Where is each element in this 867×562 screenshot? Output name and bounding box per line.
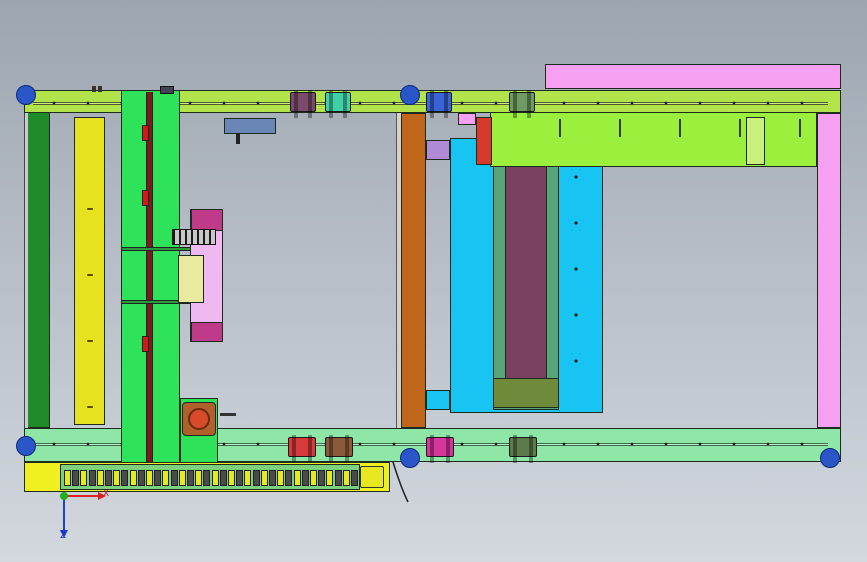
chain-link	[277, 470, 285, 486]
chain-link	[121, 470, 129, 486]
chain-link	[285, 470, 293, 486]
chain-link	[88, 470, 96, 486]
frame-foot-icon	[820, 448, 840, 468]
chain-link	[178, 470, 186, 486]
cable-connector-icon	[220, 413, 236, 416]
chain-link	[96, 470, 104, 486]
slider-block-bottom-2[interactable]	[325, 435, 353, 463]
chain-link	[162, 470, 170, 486]
chain-link	[252, 470, 260, 486]
chain-link	[351, 470, 358, 486]
cable-chain-end	[360, 466, 384, 488]
chain-link	[301, 470, 309, 486]
pink-top-plate	[545, 64, 841, 89]
slider-block-bottom-1[interactable]	[288, 435, 316, 463]
chain-link	[211, 470, 219, 486]
chain-link	[80, 470, 88, 486]
chain-link	[260, 470, 268, 486]
chain-link	[72, 470, 80, 486]
plum-belt	[505, 160, 547, 392]
cable-icon	[392, 461, 409, 503]
belt-end-block	[493, 378, 559, 408]
chain-link	[203, 470, 211, 486]
gripper-clamps	[172, 229, 216, 245]
triad-x-label: X	[103, 489, 110, 499]
lavender-bracket	[426, 140, 450, 160]
lime-upper-frame	[490, 112, 817, 167]
chain-link	[310, 470, 317, 486]
carriage-cross-rod	[121, 247, 192, 251]
yellow-guide-bar	[74, 117, 105, 425]
chain-link	[129, 470, 137, 486]
chain-link	[342, 470, 350, 486]
left-frame-beam	[27, 112, 50, 428]
frame-foot-icon	[16, 85, 36, 105]
chain-link	[228, 470, 235, 486]
motor-icon	[188, 408, 210, 430]
slider-block-top-3[interactable]	[426, 90, 452, 118]
bolt-icon	[98, 86, 102, 92]
chain-link	[326, 470, 334, 486]
red-bracket	[476, 117, 492, 165]
left-frame-beam-edge	[24, 112, 28, 428]
chain-link	[219, 470, 227, 486]
orange-frame-post	[401, 113, 426, 428]
frame-foot-icon	[400, 85, 420, 105]
gripper-cylinder[interactable]	[178, 255, 204, 303]
chain-link	[293, 470, 301, 486]
chain-link	[334, 470, 342, 486]
slider-block-bottom-4[interactable]	[509, 435, 537, 463]
sensor-icon	[236, 134, 240, 144]
chain-link	[269, 470, 276, 486]
slider-block-top-2[interactable]	[325, 90, 351, 118]
bolt-icon	[160, 86, 174, 94]
chain-link	[236, 470, 244, 486]
slider-block-top-4[interactable]	[509, 90, 535, 118]
triad-z-label: Z	[60, 531, 67, 541]
chain-link	[105, 470, 112, 486]
chain-link	[154, 470, 162, 486]
chain-link	[170, 470, 178, 486]
carriage-rail-strip	[146, 92, 153, 464]
carriage-red-block	[142, 336, 149, 352]
cyan-bracket-bottom	[426, 390, 450, 410]
carriage-red-block	[142, 125, 149, 141]
carriage-red-block	[142, 190, 149, 206]
chain-link	[64, 470, 71, 486]
chain-link	[113, 470, 121, 486]
bolt-icon	[92, 86, 96, 92]
slider-block-top-1[interactable]	[290, 90, 316, 118]
chain-link	[137, 470, 145, 486]
gripper-bottom-block	[191, 322, 223, 342]
frame-foot-icon	[16, 436, 36, 456]
chain-link	[195, 470, 203, 486]
pink-small-tab	[458, 113, 476, 125]
chain-link	[318, 470, 326, 486]
chain-link	[146, 470, 153, 486]
servo-motor-housing[interactable]	[182, 402, 216, 436]
pink-right-post	[817, 113, 841, 428]
sensor-bracket	[224, 118, 276, 134]
orange-post-edge	[396, 113, 401, 428]
chain-link	[244, 470, 252, 486]
slider-block-bottom-3[interactable]	[426, 435, 454, 463]
chain-link	[187, 470, 194, 486]
gripper-top-block	[191, 209, 223, 231]
lime-clamp-plate	[746, 117, 765, 165]
